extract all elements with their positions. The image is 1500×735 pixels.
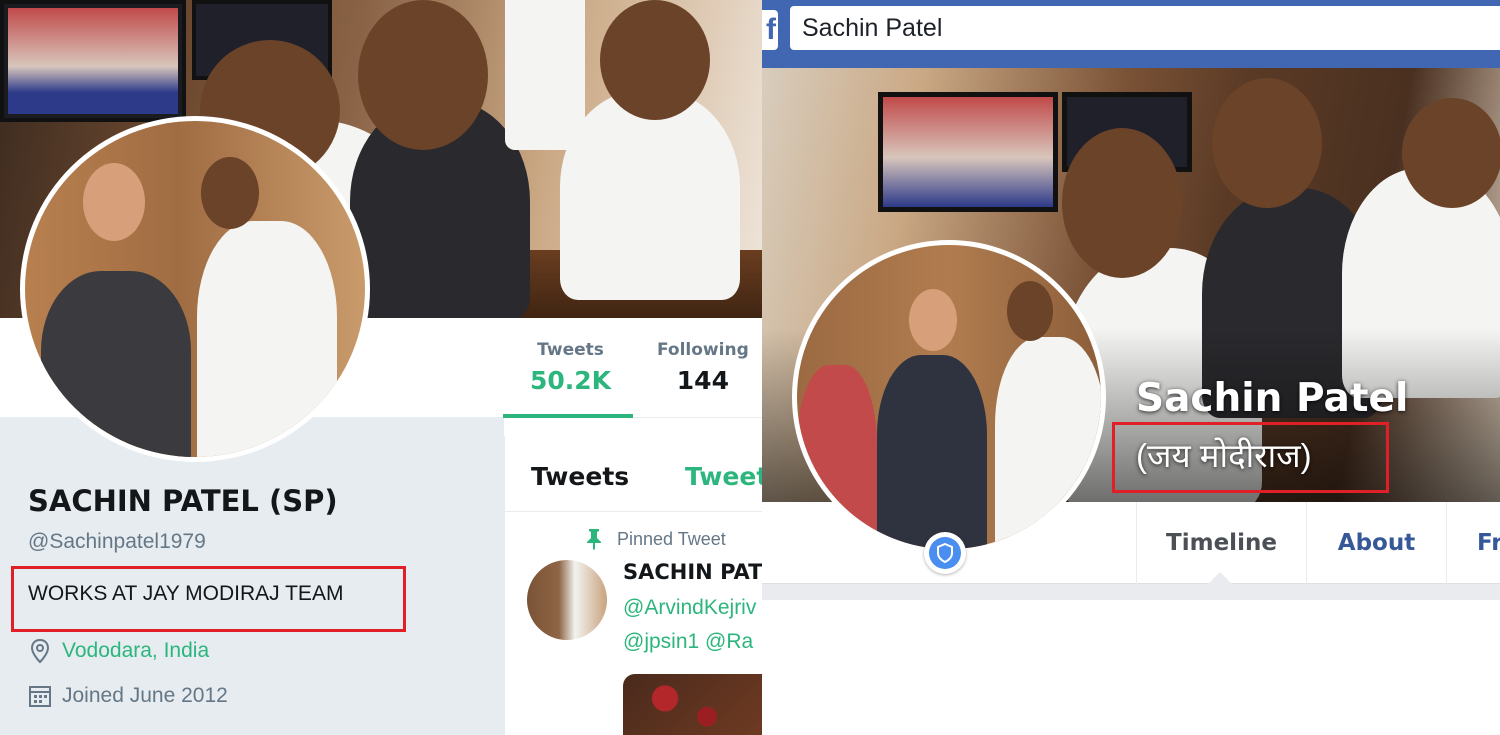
- following-stat-label: Following: [657, 340, 749, 360]
- profile-location: Vododara, India: [28, 638, 209, 664]
- tab-about[interactable]: About: [1306, 502, 1446, 584]
- tweets-stat-label: Tweets: [537, 340, 604, 360]
- tab-tweets-replies[interactable]: Tweets: [685, 462, 762, 491]
- following-stat-value: 144: [676, 366, 729, 395]
- active-tab-caret: [1208, 572, 1232, 584]
- search-input[interactable]: Sachin Patel: [790, 6, 1500, 50]
- tweet-feed: Tweets Tweets Pinned Tweet SACHIN PATE @…: [504, 436, 762, 735]
- tweets-stat[interactable]: Tweets 50.2K: [530, 340, 611, 395]
- profile-joined: Joined June 2012: [28, 684, 228, 708]
- highlight-box: [1112, 422, 1389, 493]
- tweet-author-name[interactable]: SACHIN PATE: [623, 560, 762, 584]
- person-image: [201, 157, 259, 229]
- twitter-profile-avatar[interactable]: [20, 116, 370, 462]
- profile-name: SACHIN PATEL (SP): [28, 484, 338, 518]
- profile-handle[interactable]: @Sachinpatel1979: [28, 530, 206, 554]
- person-image: [83, 163, 145, 241]
- person-image: [995, 337, 1101, 549]
- facebook-profile-avatar[interactable]: [792, 240, 1106, 554]
- person-image: [909, 289, 957, 351]
- active-tab-underline: [503, 414, 633, 418]
- facebook-logo-icon[interactable]: f: [762, 10, 778, 50]
- person-image: [600, 0, 710, 120]
- person-image: [41, 271, 191, 457]
- person-image: [877, 355, 987, 549]
- feed-tabs: Tweets Tweets: [505, 436, 762, 512]
- facebook-profile-panel: f Sachin Patel Sachin Patel (जय मोदीराज)…: [762, 0, 1500, 735]
- location-text[interactable]: Vododara, India: [62, 639, 209, 663]
- shield-glyph: [937, 542, 953, 564]
- tab-tweets[interactable]: Tweets: [531, 462, 629, 491]
- following-stat[interactable]: Following 144: [657, 340, 749, 395]
- highlight-box: [11, 566, 406, 632]
- shield-icon[interactable]: [924, 532, 966, 574]
- pinned-text: Pinned Tweet: [617, 528, 726, 549]
- tweet-mention-link[interactable]: @jpsin1 @Ra: [623, 630, 753, 654]
- tv-screen-image: [0, 0, 186, 122]
- tab-friends[interactable]: Fr: [1446, 502, 1500, 584]
- person-image: [797, 365, 877, 549]
- tweets-stat-value: 50.2K: [530, 366, 612, 395]
- facebook-top-bar: f Sachin Patel: [762, 0, 1500, 68]
- tweet-mention-link[interactable]: @ArvindKejriv: [623, 596, 756, 620]
- person-image: [560, 90, 740, 300]
- location-pin-icon: [30, 638, 50, 664]
- tweet-avatar[interactable]: [527, 560, 607, 640]
- person-image: [1007, 281, 1053, 341]
- twitter-profile-panel: Tweets 50.2K Following 144 SACHIN PATEL …: [0, 0, 762, 735]
- joined-text: Joined June 2012: [62, 684, 228, 707]
- tweet-media-image[interactable]: [623, 674, 762, 735]
- facebook-profile-name[interactable]: Sachin Patel: [1136, 376, 1408, 421]
- calendar-icon: [29, 686, 51, 707]
- person-image: [197, 221, 337, 457]
- pinned-tweet-label: Pinned Tweet: [585, 528, 726, 550]
- person-image: [358, 0, 488, 150]
- timeline-content-area: [762, 600, 1500, 735]
- person-image: [505, 0, 585, 150]
- pin-icon: [587, 529, 601, 550]
